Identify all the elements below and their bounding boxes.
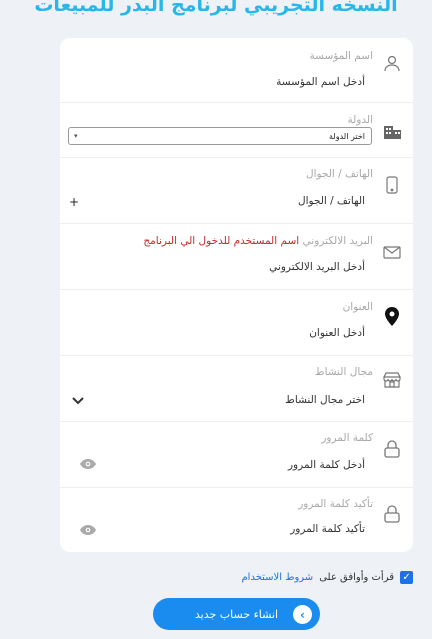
address-label: العنوان bbox=[342, 301, 373, 313]
confirm-row: تأكيد كلمة المرور تأكيد كلمة المرور bbox=[60, 488, 413, 552]
phone-row: الهاتف / الجوال الهاتف / الجوال + bbox=[60, 158, 413, 224]
mobile-icon bbox=[382, 175, 402, 195]
store-icon bbox=[382, 370, 402, 390]
address-input[interactable]: أدخل العنوان bbox=[309, 327, 365, 339]
envelope-icon bbox=[382, 242, 402, 262]
org-label: اسم المؤسسة bbox=[309, 50, 373, 62]
select-arrow-icon: ▾ bbox=[74, 132, 78, 140]
password-row: كلمة المرور أدخل كلمة المرور bbox=[60, 422, 413, 488]
terms-link[interactable]: شروط الاستخدام bbox=[241, 572, 313, 583]
eye-icon[interactable] bbox=[80, 520, 96, 539]
lock-icon bbox=[382, 504, 402, 524]
chevron-down-icon[interactable] bbox=[72, 390, 84, 409]
map-pin-icon bbox=[382, 306, 402, 326]
terms-agreement: ✓ قرأت وأوافق على شروط الاستخدام bbox=[241, 571, 413, 584]
confirm-label: تأكيد كلمة المرور bbox=[298, 498, 373, 510]
terms-checkbox[interactable]: ✓ bbox=[400, 571, 413, 584]
registration-form: اسم المؤسسة أدخل اسم المؤسسة الدولة اختر… bbox=[60, 38, 413, 552]
country-select-value: اختر الدولة bbox=[329, 131, 365, 141]
phone-label: الهاتف / الجوال bbox=[305, 168, 373, 180]
create-account-button[interactable]: › انشاء حساب جديد bbox=[153, 598, 320, 630]
email-note: اسم المستخدم للدخول الي البرنامج bbox=[143, 235, 300, 247]
org-row: اسم المؤسسة أدخل اسم المؤسسة bbox=[60, 38, 413, 103]
chevron-right-icon: › bbox=[293, 605, 312, 624]
email-input[interactable]: أدخل البريد الالكتروني bbox=[269, 261, 365, 273]
address-row: العنوان أدخل العنوان bbox=[60, 290, 413, 356]
activity-select[interactable]: اختر مجال النشاط bbox=[285, 394, 365, 406]
terms-text: قرأت وأوافق على bbox=[319, 572, 394, 583]
email-label-wrap: البريد الالكتروني اسم المستخدم للدخول ال… bbox=[143, 235, 373, 247]
building-icon bbox=[382, 121, 402, 141]
phone-prefix: + bbox=[69, 195, 80, 209]
activity-label: مجال النشاط bbox=[314, 366, 373, 378]
country-select[interactable]: اختر الدولة ▾ bbox=[68, 127, 372, 145]
email-label: البريد الالكتروني bbox=[302, 235, 373, 247]
password-input[interactable]: أدخل كلمة المرور bbox=[288, 459, 365, 471]
eye-icon[interactable] bbox=[80, 454, 96, 473]
phone-input[interactable]: الهاتف / الجوال bbox=[298, 195, 365, 207]
page-title: النسخه التجريبي لبرنامج البدر للمبيعات bbox=[34, 0, 398, 16]
country-label: الدولة bbox=[347, 114, 373, 126]
create-account-label: انشاء حساب جديد bbox=[194, 607, 279, 621]
lock-icon bbox=[382, 439, 402, 459]
activity-row: مجال النشاط اختر مجال النشاط bbox=[60, 356, 413, 422]
user-icon bbox=[382, 53, 402, 73]
confirm-input[interactable]: تأكيد كلمة المرور bbox=[290, 523, 365, 535]
org-input[interactable]: أدخل اسم المؤسسة bbox=[276, 76, 365, 88]
email-row: البريد الالكتروني اسم المستخدم للدخول ال… bbox=[60, 224, 413, 290]
password-label: كلمة المرور bbox=[321, 432, 373, 444]
